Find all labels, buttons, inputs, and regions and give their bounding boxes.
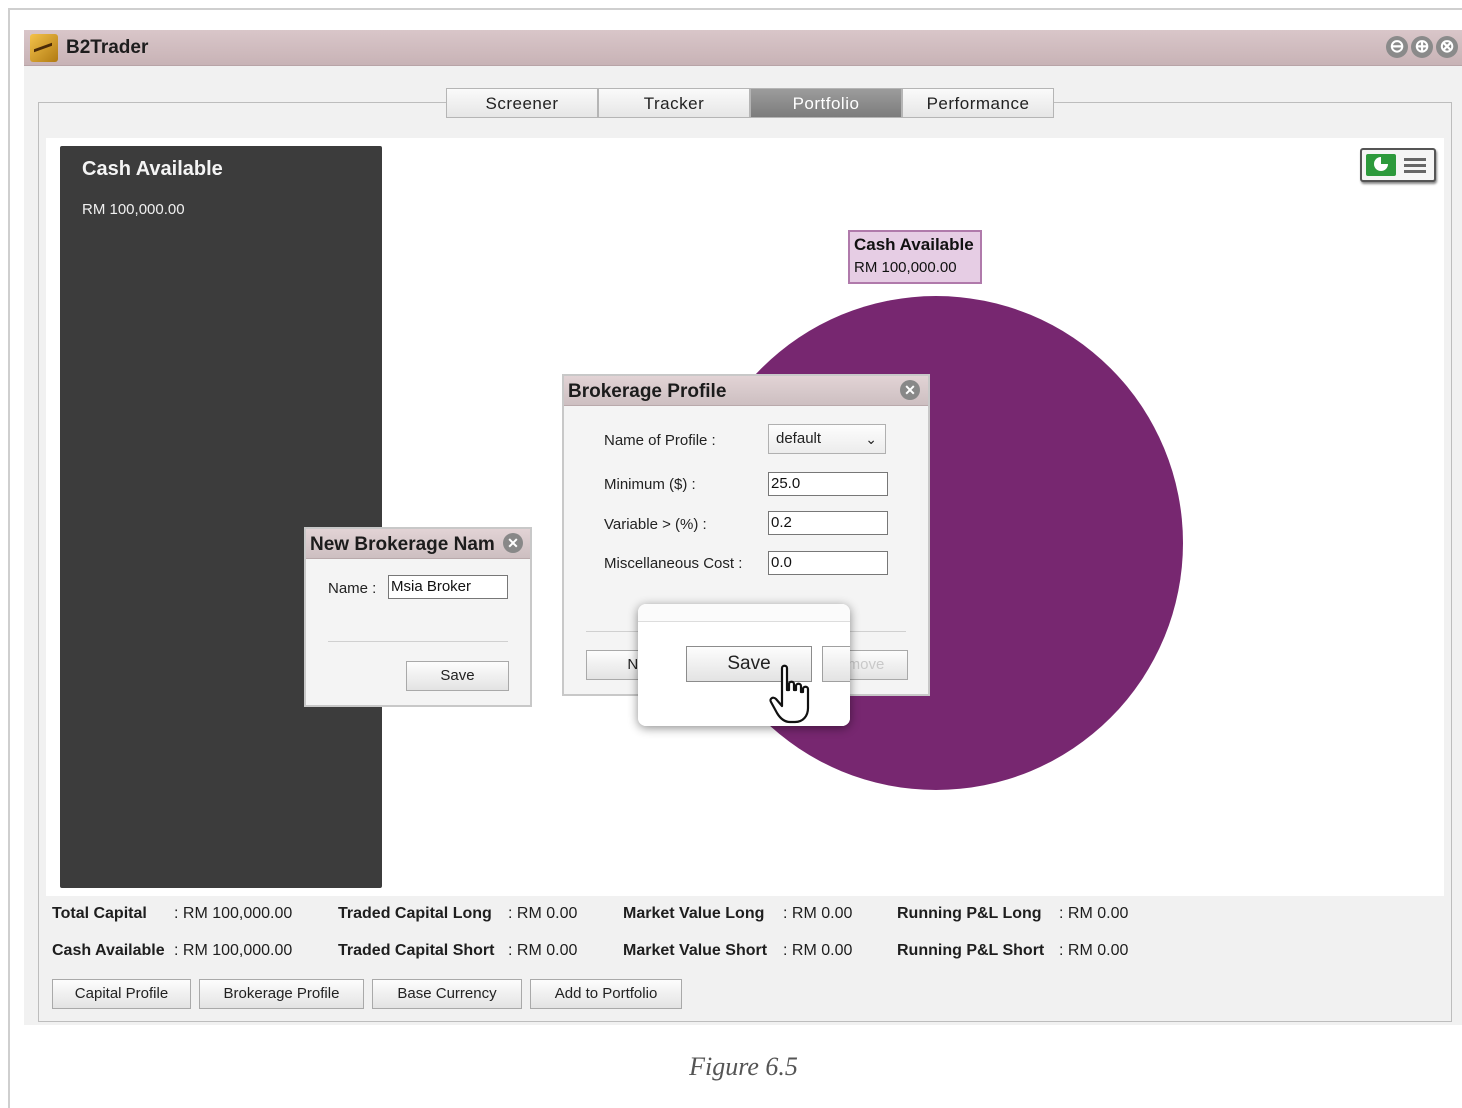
capital-profile-button[interactable]: Capital Profile [52, 979, 191, 1009]
minimum-input[interactable]: 25.0 [768, 472, 888, 496]
dialog-header: New Brokerage Nam ✕ [306, 529, 530, 559]
stat-traded-capital-short: Traded Capital Short : RM 0.00 [338, 942, 578, 959]
cash-available-panel: Cash Available RM 100,000.00 [60, 146, 382, 888]
list-view-icon[interactable] [1400, 154, 1430, 176]
new-brokerage-name-dialog: New Brokerage Nam ✕ Name : Msia Broker S… [304, 527, 532, 707]
app-title: B2Trader [66, 37, 149, 58]
zoom-callout: Save [638, 604, 850, 726]
save-button[interactable]: Save [406, 661, 509, 691]
pie-label-value: RM 100,000.00 [854, 259, 957, 276]
tab-tracker[interactable]: Tracker [598, 88, 750, 118]
stat-total-capital: Total Capital : RM 100,000.00 [52, 905, 293, 922]
stat-traded-capital-long: Traded Capital Long : RM 0.00 [338, 905, 578, 922]
misc-cost-label: Miscellaneous Cost : [604, 555, 743, 572]
stat-market-value-long: Market Value Long : RM 0.00 [623, 905, 853, 922]
profile-name-select[interactable]: default ⌄ [768, 424, 886, 454]
profile-name-label: Name of Profile : [604, 432, 716, 449]
maximize-icon[interactable]: ⊕ [1411, 36, 1433, 58]
minimize-icon[interactable]: ⊖ [1386, 36, 1408, 58]
hand-cursor-icon [769, 664, 810, 724]
stat-cash-available: Cash Available : RM 100,000.00 [52, 942, 293, 959]
figure-caption: Figure 6.5 [689, 1052, 798, 1081]
dialog-header: Brokerage Profile ✕ [564, 376, 928, 406]
close-icon[interactable]: ⊗ [1436, 36, 1458, 58]
stat-running-pl-long: Running P&L Long : RM 0.00 [897, 905, 1129, 922]
brokerage-profile-button[interactable]: Brokerage Profile [199, 979, 364, 1009]
tab-screener[interactable]: Screener [446, 88, 598, 118]
variable-label: Variable > (%) : [604, 516, 707, 533]
profile-name-value: default [776, 430, 822, 447]
minimum-label: Minimum ($) : [604, 476, 696, 493]
tab-performance[interactable]: Performance [902, 88, 1054, 118]
dialog-title: New Brokerage Nam [310, 534, 495, 555]
stat-running-pl-short: Running P&L Short : RM 0.00 [897, 942, 1129, 959]
chevron-down-icon: ⌄ [865, 431, 877, 447]
pie-chart-icon[interactable] [1366, 154, 1396, 176]
dialog-close-icon[interactable]: ✕ [900, 380, 920, 400]
pie-label-title: Cash Available [854, 235, 974, 254]
tab-bar: Screener Tracker Portfolio Performance [446, 88, 1054, 118]
base-currency-button[interactable]: Base Currency [372, 979, 522, 1009]
app-logo-icon [30, 34, 58, 62]
app-window: B2Trader ⊖ ⊕ ⊗ Screener Tracker Portfoli… [24, 30, 1462, 1025]
misc-cost-input[interactable]: 0.0 [768, 551, 888, 575]
tab-portfolio[interactable]: Portfolio [750, 88, 902, 118]
cash-panel-value: RM 100,000.00 [82, 201, 185, 218]
cash-panel-title: Cash Available [82, 158, 223, 180]
remove-button-edge [822, 646, 850, 682]
add-to-portfolio-button[interactable]: Add to Portfolio [530, 979, 682, 1009]
brokerage-name-label: Name : [328, 580, 377, 597]
stat-market-value-short: Market Value Short : RM 0.00 [623, 942, 853, 959]
view-toggle [1360, 148, 1436, 182]
dialog-title: Brokerage Profile [568, 381, 727, 402]
title-bar: B2Trader ⊖ ⊕ ⊗ [24, 30, 1462, 66]
pie-slice-label: Cash Available RM 100,000.00 [848, 230, 982, 284]
brokerage-name-input[interactable]: Msia Broker [388, 575, 508, 599]
dialog-close-icon[interactable]: ✕ [503, 533, 523, 553]
variable-input[interactable]: 0.2 [768, 511, 888, 535]
dialog-separator [328, 641, 508, 642]
